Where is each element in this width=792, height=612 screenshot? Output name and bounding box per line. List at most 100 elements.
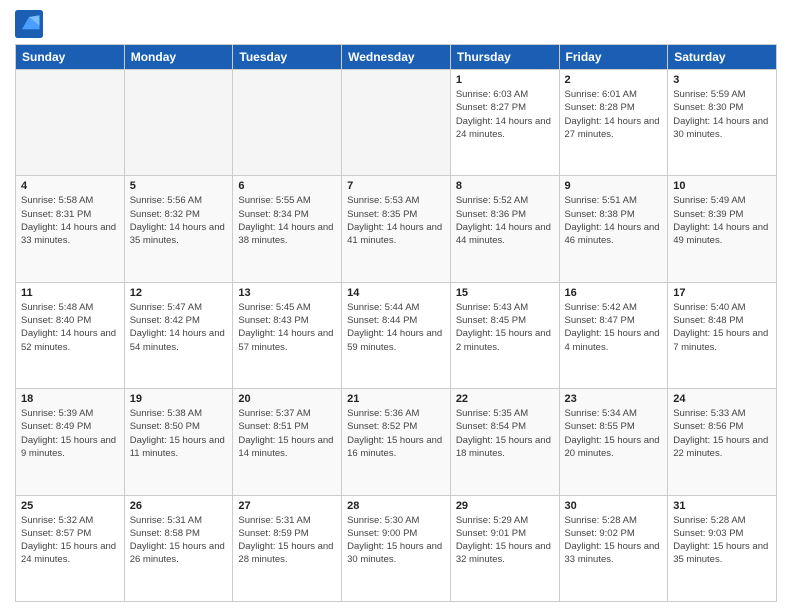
day-info: Sunrise: 5:35 AM Sunset: 8:54 PM Dayligh… [456, 407, 554, 460]
day-info: Sunrise: 5:45 AM Sunset: 8:43 PM Dayligh… [238, 301, 336, 354]
sunset: Sunset: 8:54 PM [456, 420, 554, 433]
daylight: Daylight: 14 hours and 57 minutes. [238, 327, 336, 354]
daylight: Daylight: 15 hours and 20 minutes. [565, 434, 663, 461]
sunrise: Sunrise: 5:59 AM [673, 88, 771, 101]
calendar-body: 1 Sunrise: 6:03 AM Sunset: 8:27 PM Dayli… [16, 70, 777, 602]
sunrise: Sunrise: 6:01 AM [565, 88, 663, 101]
day-number: 1 [456, 74, 554, 86]
day-number: 15 [456, 287, 554, 299]
calendar-cell: 24 Sunrise: 5:33 AM Sunset: 8:56 PM Dayl… [668, 389, 777, 495]
day-info: Sunrise: 5:47 AM Sunset: 8:42 PM Dayligh… [130, 301, 228, 354]
day-number: 23 [565, 393, 663, 405]
calendar-cell: 10 Sunrise: 5:49 AM Sunset: 8:39 PM Dayl… [668, 176, 777, 282]
header [15, 10, 777, 38]
day-number: 21 [347, 393, 445, 405]
day-info: Sunrise: 5:56 AM Sunset: 8:32 PM Dayligh… [130, 194, 228, 247]
sunrise: Sunrise: 5:37 AM [238, 407, 336, 420]
sunrise: Sunrise: 5:52 AM [456, 194, 554, 207]
sunrise: Sunrise: 5:45 AM [238, 301, 336, 314]
daylight: Daylight: 15 hours and 24 minutes. [21, 540, 119, 567]
sunrise: Sunrise: 5:38 AM [130, 407, 228, 420]
daylight: Daylight: 14 hours and 54 minutes. [130, 327, 228, 354]
calendar-cell: 9 Sunrise: 5:51 AM Sunset: 8:38 PM Dayli… [559, 176, 668, 282]
logo-icon [15, 10, 43, 38]
daylight: Daylight: 14 hours and 46 minutes. [565, 221, 663, 248]
sunset: Sunset: 8:45 PM [456, 314, 554, 327]
calendar-cell: 17 Sunrise: 5:40 AM Sunset: 8:48 PM Dayl… [668, 282, 777, 388]
calendar-header-saturday: Saturday [668, 45, 777, 70]
calendar-cell [124, 70, 233, 176]
calendar-header-sunday: Sunday [16, 45, 125, 70]
day-info: Sunrise: 5:28 AM Sunset: 9:03 PM Dayligh… [673, 514, 771, 567]
calendar-cell: 22 Sunrise: 5:35 AM Sunset: 8:54 PM Dayl… [450, 389, 559, 495]
day-number: 4 [21, 180, 119, 192]
daylight: Daylight: 14 hours and 41 minutes. [347, 221, 445, 248]
sunrise: Sunrise: 5:44 AM [347, 301, 445, 314]
sunset: Sunset: 8:38 PM [565, 208, 663, 221]
page: SundayMondayTuesdayWednesdayThursdayFrid… [0, 0, 792, 612]
calendar-cell: 1 Sunrise: 6:03 AM Sunset: 8:27 PM Dayli… [450, 70, 559, 176]
calendar-cell: 7 Sunrise: 5:53 AM Sunset: 8:35 PM Dayli… [342, 176, 451, 282]
day-number: 16 [565, 287, 663, 299]
calendar-header-row: SundayMondayTuesdayWednesdayThursdayFrid… [16, 45, 777, 70]
day-info: Sunrise: 5:38 AM Sunset: 8:50 PM Dayligh… [130, 407, 228, 460]
day-number: 24 [673, 393, 771, 405]
sunset: Sunset: 8:49 PM [21, 420, 119, 433]
sunset: Sunset: 9:01 PM [456, 527, 554, 540]
sunset: Sunset: 8:44 PM [347, 314, 445, 327]
calendar-cell: 11 Sunrise: 5:48 AM Sunset: 8:40 PM Dayl… [16, 282, 125, 388]
sunrise: Sunrise: 5:39 AM [21, 407, 119, 420]
calendar-cell: 20 Sunrise: 5:37 AM Sunset: 8:51 PM Dayl… [233, 389, 342, 495]
sunrise: Sunrise: 5:42 AM [565, 301, 663, 314]
day-info: Sunrise: 5:36 AM Sunset: 8:52 PM Dayligh… [347, 407, 445, 460]
day-info: Sunrise: 5:28 AM Sunset: 9:02 PM Dayligh… [565, 514, 663, 567]
day-info: Sunrise: 5:33 AM Sunset: 8:56 PM Dayligh… [673, 407, 771, 460]
calendar-cell: 27 Sunrise: 5:31 AM Sunset: 8:59 PM Dayl… [233, 495, 342, 601]
day-number: 12 [130, 287, 228, 299]
logo [15, 10, 47, 38]
sunset: Sunset: 9:03 PM [673, 527, 771, 540]
sunrise: Sunrise: 5:35 AM [456, 407, 554, 420]
daylight: Daylight: 15 hours and 16 minutes. [347, 434, 445, 461]
calendar-week-5: 25 Sunrise: 5:32 AM Sunset: 8:57 PM Dayl… [16, 495, 777, 601]
day-number: 26 [130, 500, 228, 512]
sunrise: Sunrise: 5:32 AM [21, 514, 119, 527]
day-info: Sunrise: 6:01 AM Sunset: 8:28 PM Dayligh… [565, 88, 663, 141]
day-number: 13 [238, 287, 336, 299]
day-info: Sunrise: 5:37 AM Sunset: 8:51 PM Dayligh… [238, 407, 336, 460]
day-info: Sunrise: 6:03 AM Sunset: 8:27 PM Dayligh… [456, 88, 554, 141]
day-info: Sunrise: 5:31 AM Sunset: 8:58 PM Dayligh… [130, 514, 228, 567]
sunrise: Sunrise: 5:28 AM [673, 514, 771, 527]
daylight: Daylight: 15 hours and 14 minutes. [238, 434, 336, 461]
calendar-cell: 21 Sunrise: 5:36 AM Sunset: 8:52 PM Dayl… [342, 389, 451, 495]
calendar-cell: 25 Sunrise: 5:32 AM Sunset: 8:57 PM Dayl… [16, 495, 125, 601]
daylight: Daylight: 15 hours and 18 minutes. [456, 434, 554, 461]
daylight: Daylight: 15 hours and 35 minutes. [673, 540, 771, 567]
day-info: Sunrise: 5:51 AM Sunset: 8:38 PM Dayligh… [565, 194, 663, 247]
sunrise: Sunrise: 5:58 AM [21, 194, 119, 207]
day-number: 9 [565, 180, 663, 192]
day-number: 6 [238, 180, 336, 192]
calendar-cell: 6 Sunrise: 5:55 AM Sunset: 8:34 PM Dayli… [233, 176, 342, 282]
sunset: Sunset: 8:50 PM [130, 420, 228, 433]
sunset: Sunset: 8:43 PM [238, 314, 336, 327]
sunrise: Sunrise: 5:56 AM [130, 194, 228, 207]
calendar-week-2: 4 Sunrise: 5:58 AM Sunset: 8:31 PM Dayli… [16, 176, 777, 282]
calendar-cell: 8 Sunrise: 5:52 AM Sunset: 8:36 PM Dayli… [450, 176, 559, 282]
calendar-cell: 26 Sunrise: 5:31 AM Sunset: 8:58 PM Dayl… [124, 495, 233, 601]
calendar-week-3: 11 Sunrise: 5:48 AM Sunset: 8:40 PM Dayl… [16, 282, 777, 388]
sunrise: Sunrise: 5:31 AM [130, 514, 228, 527]
daylight: Daylight: 14 hours and 27 minutes. [565, 115, 663, 142]
daylight: Daylight: 14 hours and 33 minutes. [21, 221, 119, 248]
calendar-cell: 18 Sunrise: 5:39 AM Sunset: 8:49 PM Dayl… [16, 389, 125, 495]
calendar-cell [342, 70, 451, 176]
day-number: 2 [565, 74, 663, 86]
sunrise: Sunrise: 5:40 AM [673, 301, 771, 314]
sunset: Sunset: 9:02 PM [565, 527, 663, 540]
calendar-cell: 13 Sunrise: 5:45 AM Sunset: 8:43 PM Dayl… [233, 282, 342, 388]
day-number: 28 [347, 500, 445, 512]
daylight: Daylight: 14 hours and 44 minutes. [456, 221, 554, 248]
day-info: Sunrise: 5:52 AM Sunset: 8:36 PM Dayligh… [456, 194, 554, 247]
sunset: Sunset: 8:34 PM [238, 208, 336, 221]
sunset: Sunset: 8:36 PM [456, 208, 554, 221]
